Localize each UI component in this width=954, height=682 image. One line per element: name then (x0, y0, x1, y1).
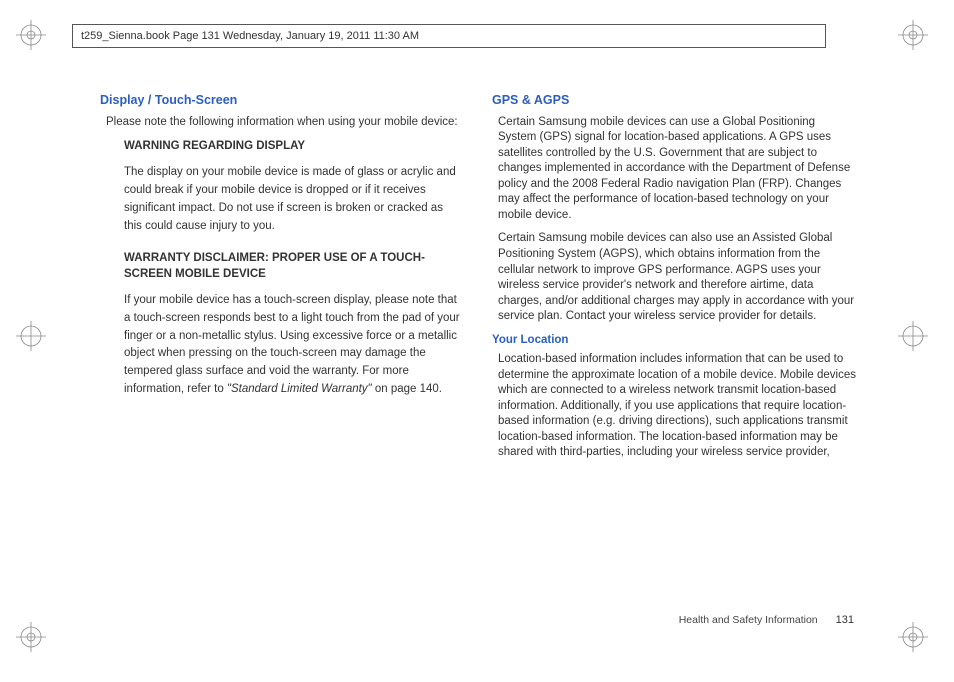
warning-body-2a: If your mobile device has a touch-screen… (124, 294, 460, 395)
content-area: Display / Touch-Screen Please note the f… (100, 92, 856, 612)
warning-title-1: WARNING REGARDING DISPLAY (124, 138, 460, 154)
gps-paragraph-1: Certain Samsung mobile devices can use a… (498, 115, 856, 224)
registration-mark-icon (16, 622, 56, 662)
registration-mark-icon (16, 321, 56, 361)
registration-mark-icon (898, 20, 938, 60)
registration-mark-icon (898, 321, 938, 361)
page-footer: Health and Safety Information 131 (679, 614, 854, 626)
gps-paragraph-2: Certain Samsung mobile devices can also … (498, 231, 856, 324)
warning-block: WARNING REGARDING DISPLAY The display on… (124, 138, 460, 398)
intro-paragraph: Please note the following information wh… (106, 115, 458, 131)
registration-mark-icon (898, 622, 938, 662)
right-column: GPS & AGPS Certain Samsung mobile device… (492, 92, 856, 612)
page-number: 131 (836, 614, 854, 626)
registration-mark-icon (16, 20, 56, 60)
warning-title-2: WARRANTY DISCLAIMER: PROPER USE OF A TOU… (124, 250, 460, 282)
left-column: Display / Touch-Screen Please note the f… (100, 92, 464, 612)
warranty-reference: "Standard Limited Warranty" (227, 383, 372, 395)
warning-body-1: The display on your mobile device is mad… (124, 164, 460, 235)
document-header-box: t259_Sienna.book Page 131 Wednesday, Jan… (72, 24, 826, 48)
footer-section-name: Health and Safety Information (679, 614, 818, 626)
document-file-info: t259_Sienna.book Page 131 Wednesday, Jan… (81, 30, 419, 42)
section-heading-display: Display / Touch-Screen (100, 92, 464, 109)
location-paragraph: Location-based information includes info… (498, 352, 856, 461)
warning-body-2: If your mobile device has a touch-screen… (124, 292, 460, 399)
section-heading-gps: GPS & AGPS (492, 92, 856, 109)
document-page: t259_Sienna.book Page 131 Wednesday, Jan… (0, 0, 954, 682)
warning-body-2b: on page 140. (375, 383, 442, 395)
subsection-heading-location: Your Location (492, 333, 856, 349)
